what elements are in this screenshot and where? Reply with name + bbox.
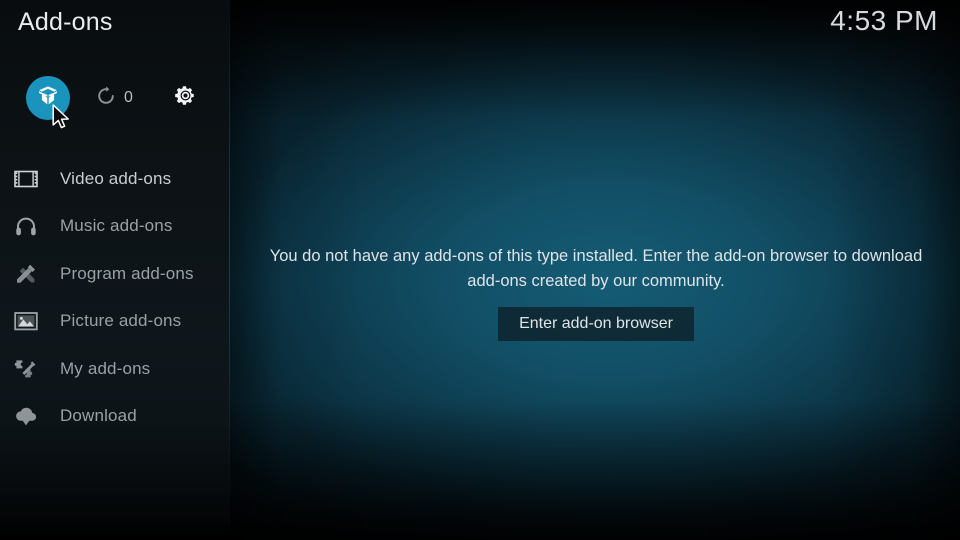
settings-button[interactable]: [169, 82, 201, 114]
package-box-icon: [36, 84, 60, 113]
sidebar-toolbar: 0: [0, 76, 230, 120]
cloud-download-icon: [11, 401, 41, 431]
picture-frame-icon: [11, 306, 41, 336]
sidebar-item-label: Program add-ons: [60, 263, 194, 283]
sidebar-item-my-addons[interactable]: My add-ons: [0, 345, 230, 393]
sidebar-menu: Video add-ons Music add-ons Program add-…: [0, 155, 230, 440]
refresh-icon: [95, 85, 117, 112]
sidebar-item-label: Music add-ons: [60, 216, 173, 236]
addon-browser-button[interactable]: [26, 76, 70, 120]
sidebar-item-video-addons[interactable]: Video add-ons: [0, 155, 230, 203]
enter-addon-browser-button[interactable]: Enter add-on browser: [498, 307, 694, 341]
sidebar-item-music-addons[interactable]: Music add-ons: [0, 203, 230, 251]
empty-state-panel: You do not have any add-ons of this type…: [246, 244, 946, 341]
film-strip-icon: [11, 164, 41, 194]
sidebar-item-label: Video add-ons: [60, 168, 172, 188]
sidebar: Add-ons 0 Video add-ons Music add-ons Pr…: [0, 0, 230, 540]
sidebar-item-label: My add-ons: [60, 358, 151, 378]
sidebar-item-program-addons[interactable]: Program add-ons: [0, 250, 230, 298]
sidebar-item-label: Picture add-ons: [60, 311, 182, 331]
tools-icon: [11, 259, 41, 289]
sidebar-item-picture-addons[interactable]: Picture add-ons: [0, 298, 230, 346]
update-count: 0: [124, 89, 133, 106]
check-updates-button[interactable]: [90, 82, 122, 114]
sidebar-item-label: Download: [60, 406, 137, 426]
gear-icon: [174, 84, 197, 112]
clock: 4:53 PM: [830, 5, 938, 36]
headphones-icon: [11, 211, 41, 241]
kodi-addons-window: Add-ons 0 Video add-ons Music add-ons Pr…: [0, 0, 960, 540]
puzzle-screwdriver-icon: [11, 354, 41, 384]
empty-state-message: You do not have any add-ons of this type…: [269, 247, 923, 290]
page-title: Add-ons: [18, 8, 113, 36]
sidebar-item-download[interactable]: Download: [0, 393, 230, 441]
